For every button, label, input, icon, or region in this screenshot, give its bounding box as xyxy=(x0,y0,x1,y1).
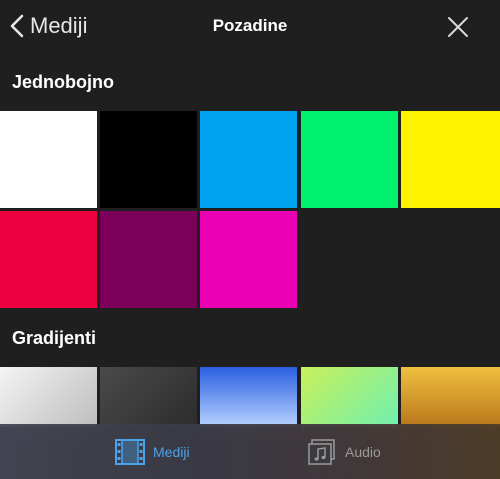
tab-audio[interactable]: Audio xyxy=(307,438,381,466)
swatch-yellow[interactable] xyxy=(401,111,500,208)
swatch-blue[interactable] xyxy=(200,111,297,208)
gradient-swatch-charcoal[interactable] xyxy=(100,367,197,427)
swatch-magenta[interactable] xyxy=(200,211,297,308)
chevron-left-icon xyxy=(10,14,24,38)
backgrounds-screen: Mediji Pozadine Jednobojno Gradijenti Me… xyxy=(0,0,500,479)
back-button[interactable]: Mediji xyxy=(10,8,87,44)
bottom-tab-bar: Mediji Audio xyxy=(0,424,500,479)
swatch-white[interactable] xyxy=(0,111,97,208)
tab-audio-label: Audio xyxy=(345,444,381,460)
section-heading-solid: Jednobojno xyxy=(12,72,114,92)
swatch-red[interactable] xyxy=(0,211,97,308)
header: Mediji Pozadine xyxy=(0,0,500,56)
close-icon xyxy=(446,15,470,39)
gradient-swatch-lime-mint[interactable] xyxy=(301,367,398,427)
music-note-icon xyxy=(307,439,337,465)
section-heading-gradient: Gradijenti xyxy=(12,328,97,348)
film-icon xyxy=(115,439,145,465)
tab-media-label: Mediji xyxy=(153,444,190,460)
gradient-swatch-silver[interactable] xyxy=(0,367,97,427)
back-button-label: Mediji xyxy=(30,13,88,38)
close-button[interactable] xyxy=(446,15,470,39)
swatch-black[interactable] xyxy=(100,111,197,208)
swatch-purple[interactable] xyxy=(100,211,197,308)
swatch-green[interactable] xyxy=(301,111,398,208)
gradient-swatch-sky-blue[interactable] xyxy=(200,367,297,427)
gradient-swatch-gold[interactable] xyxy=(401,367,500,427)
tab-media[interactable]: Mediji xyxy=(115,438,190,466)
